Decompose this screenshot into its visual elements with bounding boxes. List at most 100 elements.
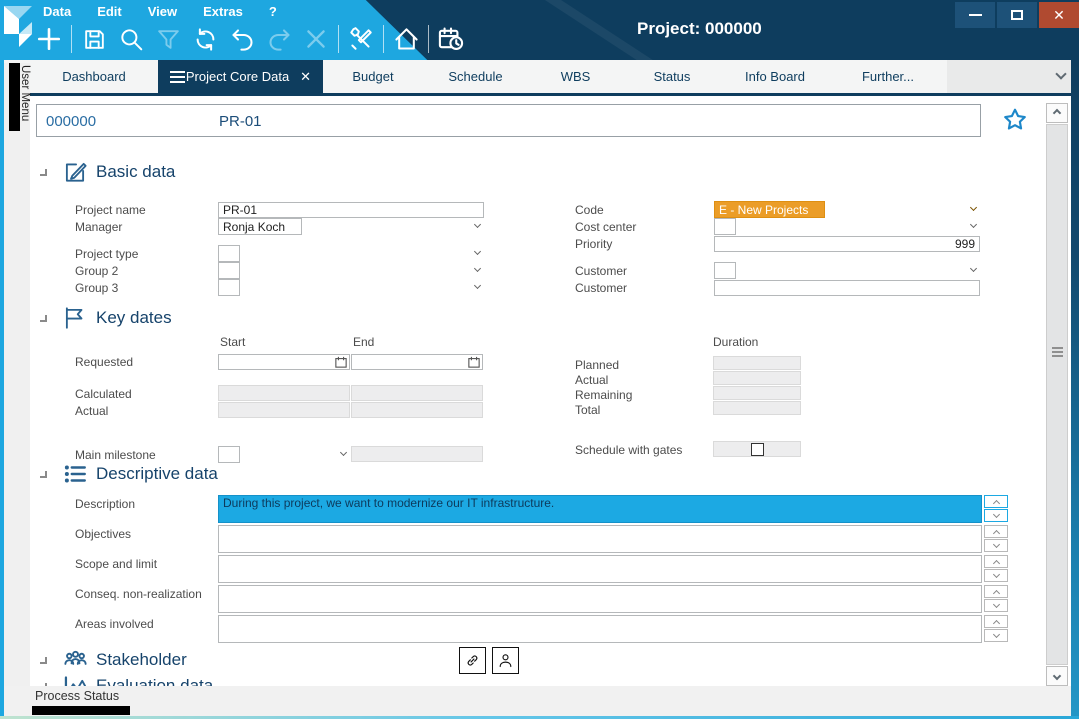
filter-icon[interactable] <box>153 24 183 54</box>
chevron-down-icon[interactable] <box>1055 68 1066 79</box>
scroll-down-button[interactable] <box>984 509 1008 522</box>
tab-close-icon[interactable]: ✕ <box>300 69 311 85</box>
tab-project-core-data[interactable]: Project Core Data ✕ <box>158 60 323 93</box>
tab-further[interactable]: Further... <box>829 60 947 93</box>
toolbar-separator <box>428 25 429 53</box>
menu-view[interactable]: View <box>148 4 177 19</box>
section-title: Key dates <box>96 308 172 328</box>
scroll-down-button[interactable] <box>984 599 1008 612</box>
menu-extras[interactable]: Extras <box>203 4 243 19</box>
flag-icon <box>61 305 89 331</box>
collapse-chevron-icon[interactable] <box>40 169 47 176</box>
scroll-up-button[interactable] <box>984 585 1008 598</box>
customer-select[interactable] <box>714 262 736 279</box>
scrollbar-thumb[interactable] <box>1046 124 1068 665</box>
vertical-scrollbar[interactable] <box>1046 103 1068 686</box>
planned-duration-field <box>713 356 801 370</box>
add-icon[interactable] <box>34 24 64 54</box>
tab-wbs[interactable]: WBS <box>528 60 623 93</box>
scroll-up-button[interactable] <box>984 525 1008 538</box>
manager-select[interactable]: Ronja Koch <box>218 218 302 235</box>
project-name-input[interactable] <box>218 202 484 218</box>
calendar-icon[interactable] <box>335 355 347 373</box>
tab-dashboard[interactable]: Dashboard <box>30 60 158 93</box>
calendar-icon[interactable] <box>468 355 480 373</box>
chevron-down-icon <box>340 449 347 456</box>
group3-label: Group 3 <box>75 279 218 295</box>
tools-icon[interactable] <box>346 24 376 54</box>
scrollbar-up-button[interactable] <box>1046 103 1068 123</box>
remaining-label: Remaining <box>575 388 632 402</box>
chevron-down-icon <box>970 265 977 272</box>
scope-and-limit-textarea[interactable] <box>218 555 982 583</box>
scroll-down-button[interactable] <box>984 629 1008 642</box>
cost-center-label: Cost center <box>575 218 714 234</box>
save-icon[interactable] <box>79 24 109 54</box>
main-milestone-date-field <box>351 446 483 462</box>
total-label: Total <box>575 403 600 417</box>
objectives-label: Objectives <box>75 525 218 553</box>
menu-data[interactable]: Data <box>43 4 71 19</box>
requested-start-input[interactable] <box>218 354 350 370</box>
collapse-chevron-icon[interactable] <box>40 657 47 664</box>
group3-select[interactable] <box>218 279 240 296</box>
scroll-up-button[interactable] <box>984 615 1008 628</box>
areas-involved-textarea[interactable] <box>218 615 982 643</box>
description-textarea[interactable]: During this project, we want to moderniz… <box>218 495 982 523</box>
home-icon[interactable] <box>391 24 421 54</box>
schedule-with-gates-field <box>713 441 801 457</box>
tab-budget[interactable]: Budget <box>323 60 423 93</box>
scrollbar-down-button[interactable] <box>1046 666 1068 686</box>
objectives-textarea[interactable] <box>218 525 982 553</box>
refresh-icon[interactable] <box>190 24 220 54</box>
maximize-button[interactable] <box>997 2 1037 28</box>
undo-icon[interactable] <box>227 24 257 54</box>
group2-select[interactable] <box>218 262 240 279</box>
tab-status[interactable]: Status <box>623 60 721 93</box>
search-icon[interactable] <box>116 24 146 54</box>
minimize-button[interactable] <box>955 2 995 28</box>
tab-schedule[interactable]: Schedule <box>423 60 528 93</box>
requested-end-input[interactable] <box>351 354 483 370</box>
window-title: Project: 000000 <box>637 19 762 39</box>
tab-menu-icon[interactable] <box>170 71 185 83</box>
project-type-select[interactable] <box>218 245 240 262</box>
remaining-duration-field <box>713 386 801 400</box>
tab-overflow-area[interactable] <box>947 60 1079 93</box>
conseq-non-realization-label: Conseq. non-realization <box>75 585 218 613</box>
code-select[interactable]: E - New Projects <box>714 201 825 218</box>
person-button[interactable] <box>492 647 519 674</box>
collapse-chevron-icon[interactable] <box>40 315 47 322</box>
areas-involved-label: Areas involved <box>75 615 218 643</box>
tab-label: Project Core Data <box>186 69 289 84</box>
menu-help[interactable]: ? <box>269 4 277 19</box>
collapse-chevron-icon[interactable] <box>40 471 47 478</box>
customer-input[interactable] <box>714 280 980 296</box>
chevron-down-icon <box>474 221 481 228</box>
manager-label: Manager <box>75 218 218 234</box>
basic-data-grid: Project name Manager Ronja Koch Project … <box>30 201 1020 297</box>
conseq-non-realization-textarea[interactable] <box>218 585 982 613</box>
favorite-star-icon[interactable] <box>1002 107 1028 138</box>
redo-icon[interactable] <box>264 24 294 54</box>
cancel-icon[interactable] <box>301 24 331 54</box>
priority-input[interactable] <box>714 236 980 252</box>
scroll-up-button[interactable] <box>984 555 1008 568</box>
menu-edit[interactable]: Edit <box>97 4 122 19</box>
close-icon: ✕ <box>1053 8 1065 22</box>
close-button[interactable]: ✕ <box>1039 2 1079 28</box>
scroll-down-button[interactable] <box>984 539 1008 552</box>
main-milestone-select[interactable] <box>218 446 240 463</box>
schedule-with-gates-checkbox[interactable] <box>751 443 764 456</box>
cost-center-select[interactable] <box>714 218 736 235</box>
scroll-up-button[interactable] <box>984 495 1008 508</box>
group2-label: Group 2 <box>75 262 218 278</box>
menubar: Data Edit View Extras ? <box>43 4 277 19</box>
link-button[interactable] <box>459 647 486 674</box>
planning-calendar-icon[interactable] <box>436 24 466 54</box>
tab-info-board[interactable]: Info Board <box>721 60 829 93</box>
chevron-down-icon <box>970 204 977 211</box>
schedule-with-gates-label: Schedule with gates <box>575 443 682 457</box>
user-menu-rail[interactable]: User Menu <box>4 63 30 686</box>
scroll-down-button[interactable] <box>984 569 1008 582</box>
